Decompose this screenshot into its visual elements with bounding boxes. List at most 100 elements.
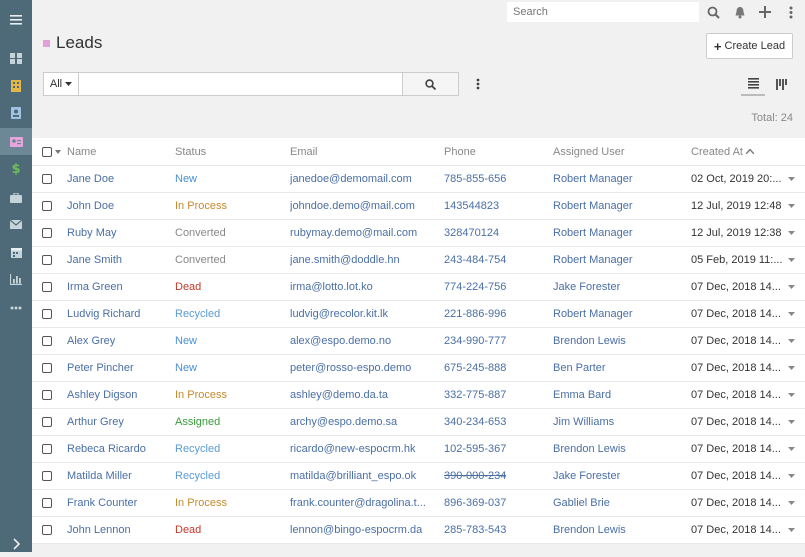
text-filter-input[interactable] <box>79 72 403 96</box>
row-actions-dropdown[interactable] <box>788 409 795 435</box>
row-actions-dropdown[interactable] <box>788 301 795 327</box>
header-email[interactable]: Email <box>290 138 318 165</box>
cases-icon[interactable] <box>0 184 32 211</box>
lead-name-link[interactable]: Ludvig Richard <box>67 301 140 327</box>
lead-name-link[interactable]: Peter Pincher <box>67 355 134 381</box>
row-actions-dropdown[interactable] <box>788 247 795 273</box>
lead-name-link[interactable]: Ruby May <box>67 220 117 246</box>
lead-name-link[interactable]: Rebeca Ricardo <box>67 436 146 462</box>
phone-link[interactable]: 340-234-653 <box>444 409 506 435</box>
table-row[interactable]: Peter Pincher New peter@rosso-espo.demo 675… <box>32 355 805 382</box>
email-link[interactable]: irma@lotto.lot.ko <box>290 274 435 300</box>
menu-icon[interactable] <box>0 6 32 33</box>
email-link[interactable]: frank.counter@dragolina.t... <box>290 490 435 516</box>
search-icon[interactable] <box>704 3 722 21</box>
phone-link[interactable]: 243-484-754 <box>444 247 506 273</box>
email-link[interactable]: ricardo@new-espocrm.hk <box>290 436 435 462</box>
email-link[interactable]: jane.smith@doddle.hn <box>290 247 435 273</box>
lead-name-link[interactable]: Irma Green <box>67 274 123 300</box>
row-actions-dropdown[interactable] <box>788 328 795 354</box>
more-icon[interactable] <box>0 294 32 321</box>
assigned-user-link[interactable]: Robert Manager <box>553 166 633 192</box>
page-title[interactable]: Leads <box>56 33 102 53</box>
table-row[interactable]: Matilda Miller Recycled matilda@brilliant_… <box>32 463 805 490</box>
row-checkbox[interactable] <box>42 247 52 273</box>
header-assigned-user[interactable]: Assigned User <box>553 138 625 165</box>
row-checkbox[interactable] <box>42 274 52 300</box>
filter-scope-dropdown[interactable]: All <box>43 72 79 96</box>
lead-name-link[interactable]: Jane Doe <box>67 166 114 192</box>
filter-options-button[interactable] <box>470 75 486 93</box>
phone-link[interactable]: 675-245-888 <box>444 355 506 381</box>
lead-name-link[interactable]: John Doe <box>67 193 114 219</box>
phone-link[interactable]: 143544823 <box>444 193 499 219</box>
phone-link[interactable]: 774-224-756 <box>444 274 506 300</box>
email-link[interactable]: peter@rosso-espo.demo <box>290 355 435 381</box>
email-link[interactable]: alex@espo.demo.no <box>290 328 435 354</box>
email-link[interactable]: matilda@brilliant_espo.ok <box>290 463 435 489</box>
row-actions-dropdown[interactable] <box>788 355 795 381</box>
phone-link[interactable]: 234-990-777 <box>444 328 506 354</box>
email-link[interactable]: ashley@demo.da.ta <box>290 382 435 408</box>
row-checkbox[interactable] <box>42 463 52 489</box>
lead-name-link[interactable]: Jane Smith <box>67 247 122 273</box>
assigned-user-link[interactable]: Emma Bard <box>553 382 611 408</box>
email-link[interactable]: archy@espo.demo.sa <box>290 409 435 435</box>
header-name[interactable]: Name <box>67 138 96 165</box>
header-status[interactable]: Status <box>175 138 206 165</box>
assigned-user-link[interactable]: Gabliel Brie <box>553 490 610 516</box>
lead-name-link[interactable]: Alex Grey <box>67 328 115 354</box>
row-checkbox[interactable] <box>42 301 52 327</box>
row-checkbox[interactable] <box>42 220 52 246</box>
contacts-icon[interactable] <box>0 99 32 126</box>
email-link[interactable]: johndoe.demo@mail.com <box>290 193 435 219</box>
email-icon[interactable] <box>0 211 32 238</box>
search-button[interactable] <box>402 72 459 96</box>
row-checkbox[interactable] <box>42 328 52 354</box>
assigned-user-link[interactable]: Brendon Lewis <box>553 328 626 354</box>
table-row[interactable]: John Doe In Process johndoe.demo@mail.com 1… <box>32 193 805 220</box>
create-lead-button[interactable]: + Create Lead <box>706 33 793 59</box>
row-checkbox[interactable] <box>42 382 52 408</box>
dashboard-icon[interactable] <box>0 45 32 72</box>
bell-icon[interactable] <box>731 3 749 21</box>
table-row[interactable]: Ludvig Richard Recycled ludvig@recolor.kit… <box>32 301 805 328</box>
phone-link[interactable]: 102-595-367 <box>444 436 506 462</box>
email-link[interactable]: janedoe@demomail.com <box>290 166 435 192</box>
table-row[interactable]: Irma Green Dead irma@lotto.lot.ko 774-224-7… <box>32 274 805 301</box>
row-actions-dropdown[interactable] <box>788 382 795 408</box>
assigned-user-link[interactable]: Robert Manager <box>553 193 633 219</box>
lead-name-link[interactable]: Frank Counter <box>67 490 137 516</box>
row-actions-dropdown[interactable] <box>788 274 795 300</box>
calendar-icon[interactable] <box>0 239 32 266</box>
table-row[interactable]: John Lennon Dead lennon@bingo-espocrm.da 28… <box>32 517 805 544</box>
phone-link[interactable]: 332-775-887 <box>444 382 506 408</box>
header-phone[interactable]: Phone <box>444 138 476 165</box>
row-actions-dropdown[interactable] <box>788 436 795 462</box>
row-actions-dropdown[interactable] <box>788 490 795 516</box>
phone-link[interactable]: 390-000-234 <box>444 463 506 489</box>
assigned-user-link[interactable]: Brendon Lewis <box>553 436 626 462</box>
lead-name-link[interactable]: John Lennon <box>67 517 131 543</box>
email-link[interactable]: ludvig@recolor.kit.lk <box>290 301 435 327</box>
list-view-button[interactable] <box>741 72 765 96</box>
row-checkbox[interactable] <box>42 193 52 219</box>
accounts-icon[interactable] <box>0 72 32 99</box>
opportunities-icon[interactable]: $ <box>0 156 32 183</box>
row-checkbox[interactable] <box>42 355 52 381</box>
header-created-at[interactable]: Created At <box>691 138 754 165</box>
assigned-user-link[interactable]: Robert Manager <box>553 301 633 327</box>
table-row[interactable]: Arthur Grey Assigned archy@espo.demo.sa 340… <box>32 409 805 436</box>
email-link[interactable]: lennon@bingo-espocrm.da <box>290 517 435 543</box>
row-checkbox[interactable] <box>42 436 52 462</box>
assigned-user-link[interactable]: Brendon Lewis <box>553 517 626 543</box>
select-all-checkbox[interactable] <box>42 138 61 165</box>
phone-link[interactable]: 785-855-656 <box>444 166 506 192</box>
lead-name-link[interactable]: Arthur Grey <box>67 409 124 435</box>
lead-name-link[interactable]: Matilda Miller <box>67 463 132 489</box>
row-actions-dropdown[interactable] <box>788 220 795 246</box>
row-checkbox[interactable] <box>42 490 52 516</box>
assigned-user-link[interactable]: Jake Forester <box>553 274 620 300</box>
row-actions-dropdown[interactable] <box>788 193 795 219</box>
phone-link[interactable]: 896-369-037 <box>444 490 506 516</box>
